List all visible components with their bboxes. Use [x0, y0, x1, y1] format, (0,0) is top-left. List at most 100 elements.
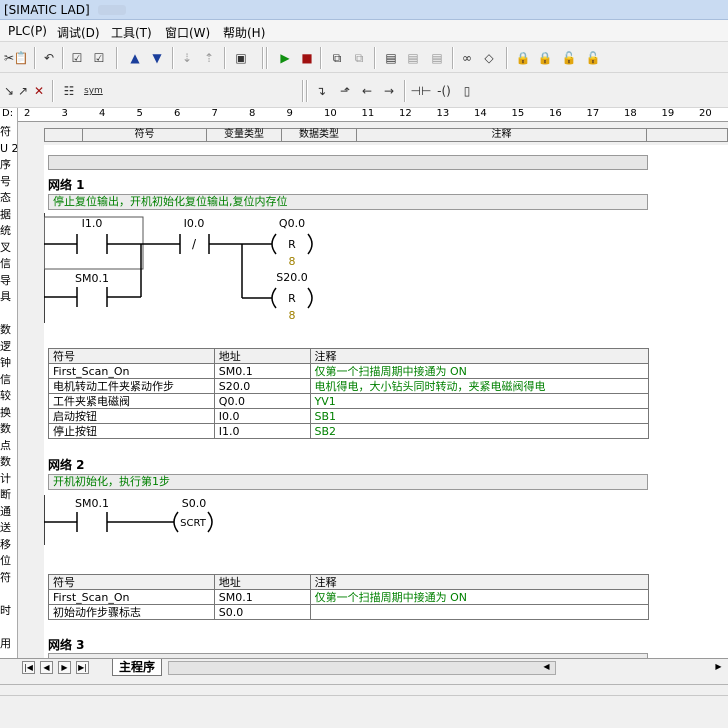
address-cell[interactable]: SM0.1	[213, 363, 311, 379]
table-row[interactable]: 停止按钮 I1.0 SB2	[48, 423, 649, 439]
table-row[interactable]: First_Scan_On SM0.1 仅第一个扫描周期中接通为 ON	[48, 589, 650, 605]
tree-item[interactable]: 时	[0, 605, 17, 617]
coil-q0-0-address[interactable]: Q0.0	[279, 217, 305, 230]
tree-item[interactable]: 具	[0, 291, 17, 303]
download-icon[interactable]: ▼	[148, 49, 166, 67]
tab-main-program[interactable]: 主程序	[112, 659, 163, 676]
tree-item[interactable]: 移	[0, 539, 17, 551]
network-1-ladder[interactable]: I1.0 SM0.1 I0.0 / Q0.0 R 8 S20.0 R 8	[44, 213, 728, 323]
coil-q0-0-count[interactable]: 8	[289, 255, 296, 268]
sort-desc-icon[interactable]: ⇡	[200, 49, 218, 67]
tree-item[interactable]: 符	[0, 126, 17, 138]
coil-s20-0-address[interactable]: S20.0	[276, 271, 307, 284]
address-cell[interactable]: I0.0	[213, 408, 311, 424]
address-cell[interactable]: S0.0	[213, 604, 311, 620]
contact-i0-0-address[interactable]: I0.0	[184, 217, 205, 230]
network-2-title[interactable]: 网络 2	[48, 456, 85, 473]
tree-item[interactable]: 符	[0, 572, 17, 584]
write-all-icon[interactable]: ▤	[428, 49, 446, 67]
tree-item[interactable]: 位	[0, 555, 17, 567]
header-comment[interactable]: 注释	[357, 129, 647, 141]
scroll-right-icon[interactable]: ▶	[712, 661, 725, 674]
comment-cell[interactable]	[309, 604, 650, 620]
address-cell[interactable]: S20.0	[213, 378, 311, 394]
header-data-type[interactable]: 数据类型	[282, 129, 357, 141]
menu-debug[interactable]: 调试(D)	[57, 24, 100, 41]
tree-item[interactable]: 通	[0, 506, 17, 518]
pause-status-icon[interactable]: ⧉	[350, 49, 368, 67]
network-1-comment[interactable]: 停止复位输出，开机初始化复位输出,复位内存位	[48, 194, 648, 210]
comment-cell[interactable]: YV1	[309, 393, 649, 409]
header-var-type[interactable]: 变量类型	[207, 129, 282, 141]
table-row[interactable]: 工件夹紧电磁阀 Q0.0 YV1	[48, 393, 649, 409]
network-2-ladder[interactable]: SM0.1 S0.0 SCRT	[44, 495, 728, 545]
tree-item[interactable]: U 2	[0, 143, 17, 155]
tree-item[interactable]: 导	[0, 275, 17, 287]
tree-item[interactable]: 点	[0, 440, 17, 452]
unforce-icon[interactable]: ◇	[480, 49, 498, 67]
tree-item[interactable]: 换	[0, 407, 17, 419]
program-comment-bar[interactable]	[48, 155, 648, 170]
read-forced-icon[interactable]: 🔓	[584, 49, 602, 67]
comment-cell[interactable]: 仅第一个扫描周期中接通为 ON	[309, 589, 650, 605]
first-tab-icon[interactable]: |◀	[22, 661, 35, 674]
unlock-icon[interactable]: 🔓	[560, 49, 578, 67]
coil-s20-0-count[interactable]: 8	[289, 309, 296, 322]
comment-cell[interactable]: 电机得电，大小钻头同时转动，夹紧电磁阀得电	[309, 378, 649, 394]
line-right-icon[interactable]: →	[380, 82, 398, 100]
tree-item[interactable]: 号	[0, 176, 17, 188]
tree-item[interactable]: 序	[0, 159, 17, 171]
menu-tools[interactable]: 工具(T)	[111, 24, 152, 41]
tree-item[interactable]: 数	[0, 423, 17, 435]
network-2-comment[interactable]: 开机初始化，执行第1步	[48, 474, 648, 490]
lock-all-icon[interactable]: 🔒	[536, 49, 554, 67]
run-icon[interactable]: ▶	[276, 49, 294, 67]
undo-icon[interactable]: ↶	[40, 49, 58, 67]
prev-tab-icon[interactable]: ◀	[40, 661, 53, 674]
comment-cell[interactable]: 仅第一个扫描周期中接通为 ON	[309, 363, 649, 379]
program-status-icon[interactable]: ⧉	[328, 49, 346, 67]
ladder-editor[interactable]: 网络 1 停止复位输出，开机初始化复位输出,复位内存位 I1.0 SM0.1 I…	[44, 145, 728, 659]
line-down-icon[interactable]: ↴	[312, 82, 330, 100]
address-cell[interactable]: Q0.0	[213, 393, 311, 409]
coil-s0-0-address[interactable]: S0.0	[182, 497, 206, 510]
tree-item[interactable]: 数	[0, 324, 17, 336]
table-row[interactable]: 初始动作步骤标志 S0.0	[48, 604, 650, 620]
menu-help[interactable]: 帮助(H)	[223, 24, 265, 41]
delete-icon[interactable]: ✕	[30, 82, 48, 100]
symbol-cell[interactable]: 工件夹紧电磁阀	[48, 393, 215, 409]
scroll-left-icon[interactable]: ◀	[540, 661, 553, 674]
box-icon[interactable]: ▯	[458, 82, 476, 100]
symbol-cell[interactable]: First_Scan_On	[48, 363, 215, 379]
horizontal-scrollbar[interactable]	[168, 661, 556, 675]
next-tab-icon[interactable]: ▶	[58, 661, 71, 674]
tree-item[interactable]: 信	[0, 374, 17, 386]
header-symbol[interactable]: 符号	[83, 129, 207, 141]
line-left-icon[interactable]: ←	[358, 82, 376, 100]
last-tab-icon[interactable]: ▶|	[76, 661, 89, 674]
options-icon[interactable]: ▣	[232, 49, 250, 67]
contact-sm0-1-address[interactable]: SM0.1	[75, 497, 109, 510]
address-cell[interactable]: SM0.1	[213, 589, 311, 605]
table-row[interactable]: First_Scan_On SM0.1 仅第一个扫描周期中接通为 ON	[48, 363, 649, 379]
tree-item[interactable]: 态	[0, 192, 17, 204]
chart-status-icon[interactable]: ▤	[382, 49, 400, 67]
symbol-cell[interactable]: 初始动作步骤标志	[48, 604, 215, 620]
tree-item[interactable]: 较	[0, 390, 17, 402]
contact-i1-0-address[interactable]: I1.0	[82, 217, 103, 230]
tree-item[interactable]: 逻	[0, 341, 17, 353]
table-row[interactable]: 电机转动工件夹紧动作步 S20.0 电机得电，大小钻头同时转动，夹紧电磁阀得电	[48, 378, 649, 394]
symbol-cell[interactable]: 电机转动工件夹紧动作步	[48, 378, 215, 394]
network-1-title[interactable]: 网络 1	[48, 176, 85, 193]
tree-item[interactable]: 数	[0, 456, 17, 468]
paste-icon[interactable]: 📋	[12, 49, 30, 67]
symbol-table-icon[interactable]: ☷	[60, 82, 78, 100]
comment-cell[interactable]: SB1	[309, 408, 649, 424]
menu-plc[interactable]: PLC(P)	[8, 24, 47, 38]
symbol-cell[interactable]: First_Scan_On	[48, 589, 215, 605]
contact-sm0-1-address[interactable]: SM0.1	[75, 272, 109, 285]
network-3-title[interactable]: 网络 3	[48, 636, 85, 653]
lock-icon[interactable]: 🔒	[514, 49, 532, 67]
compile-all-icon[interactable]: ☑	[90, 49, 108, 67]
menu-window[interactable]: 窗口(W)	[165, 24, 210, 41]
